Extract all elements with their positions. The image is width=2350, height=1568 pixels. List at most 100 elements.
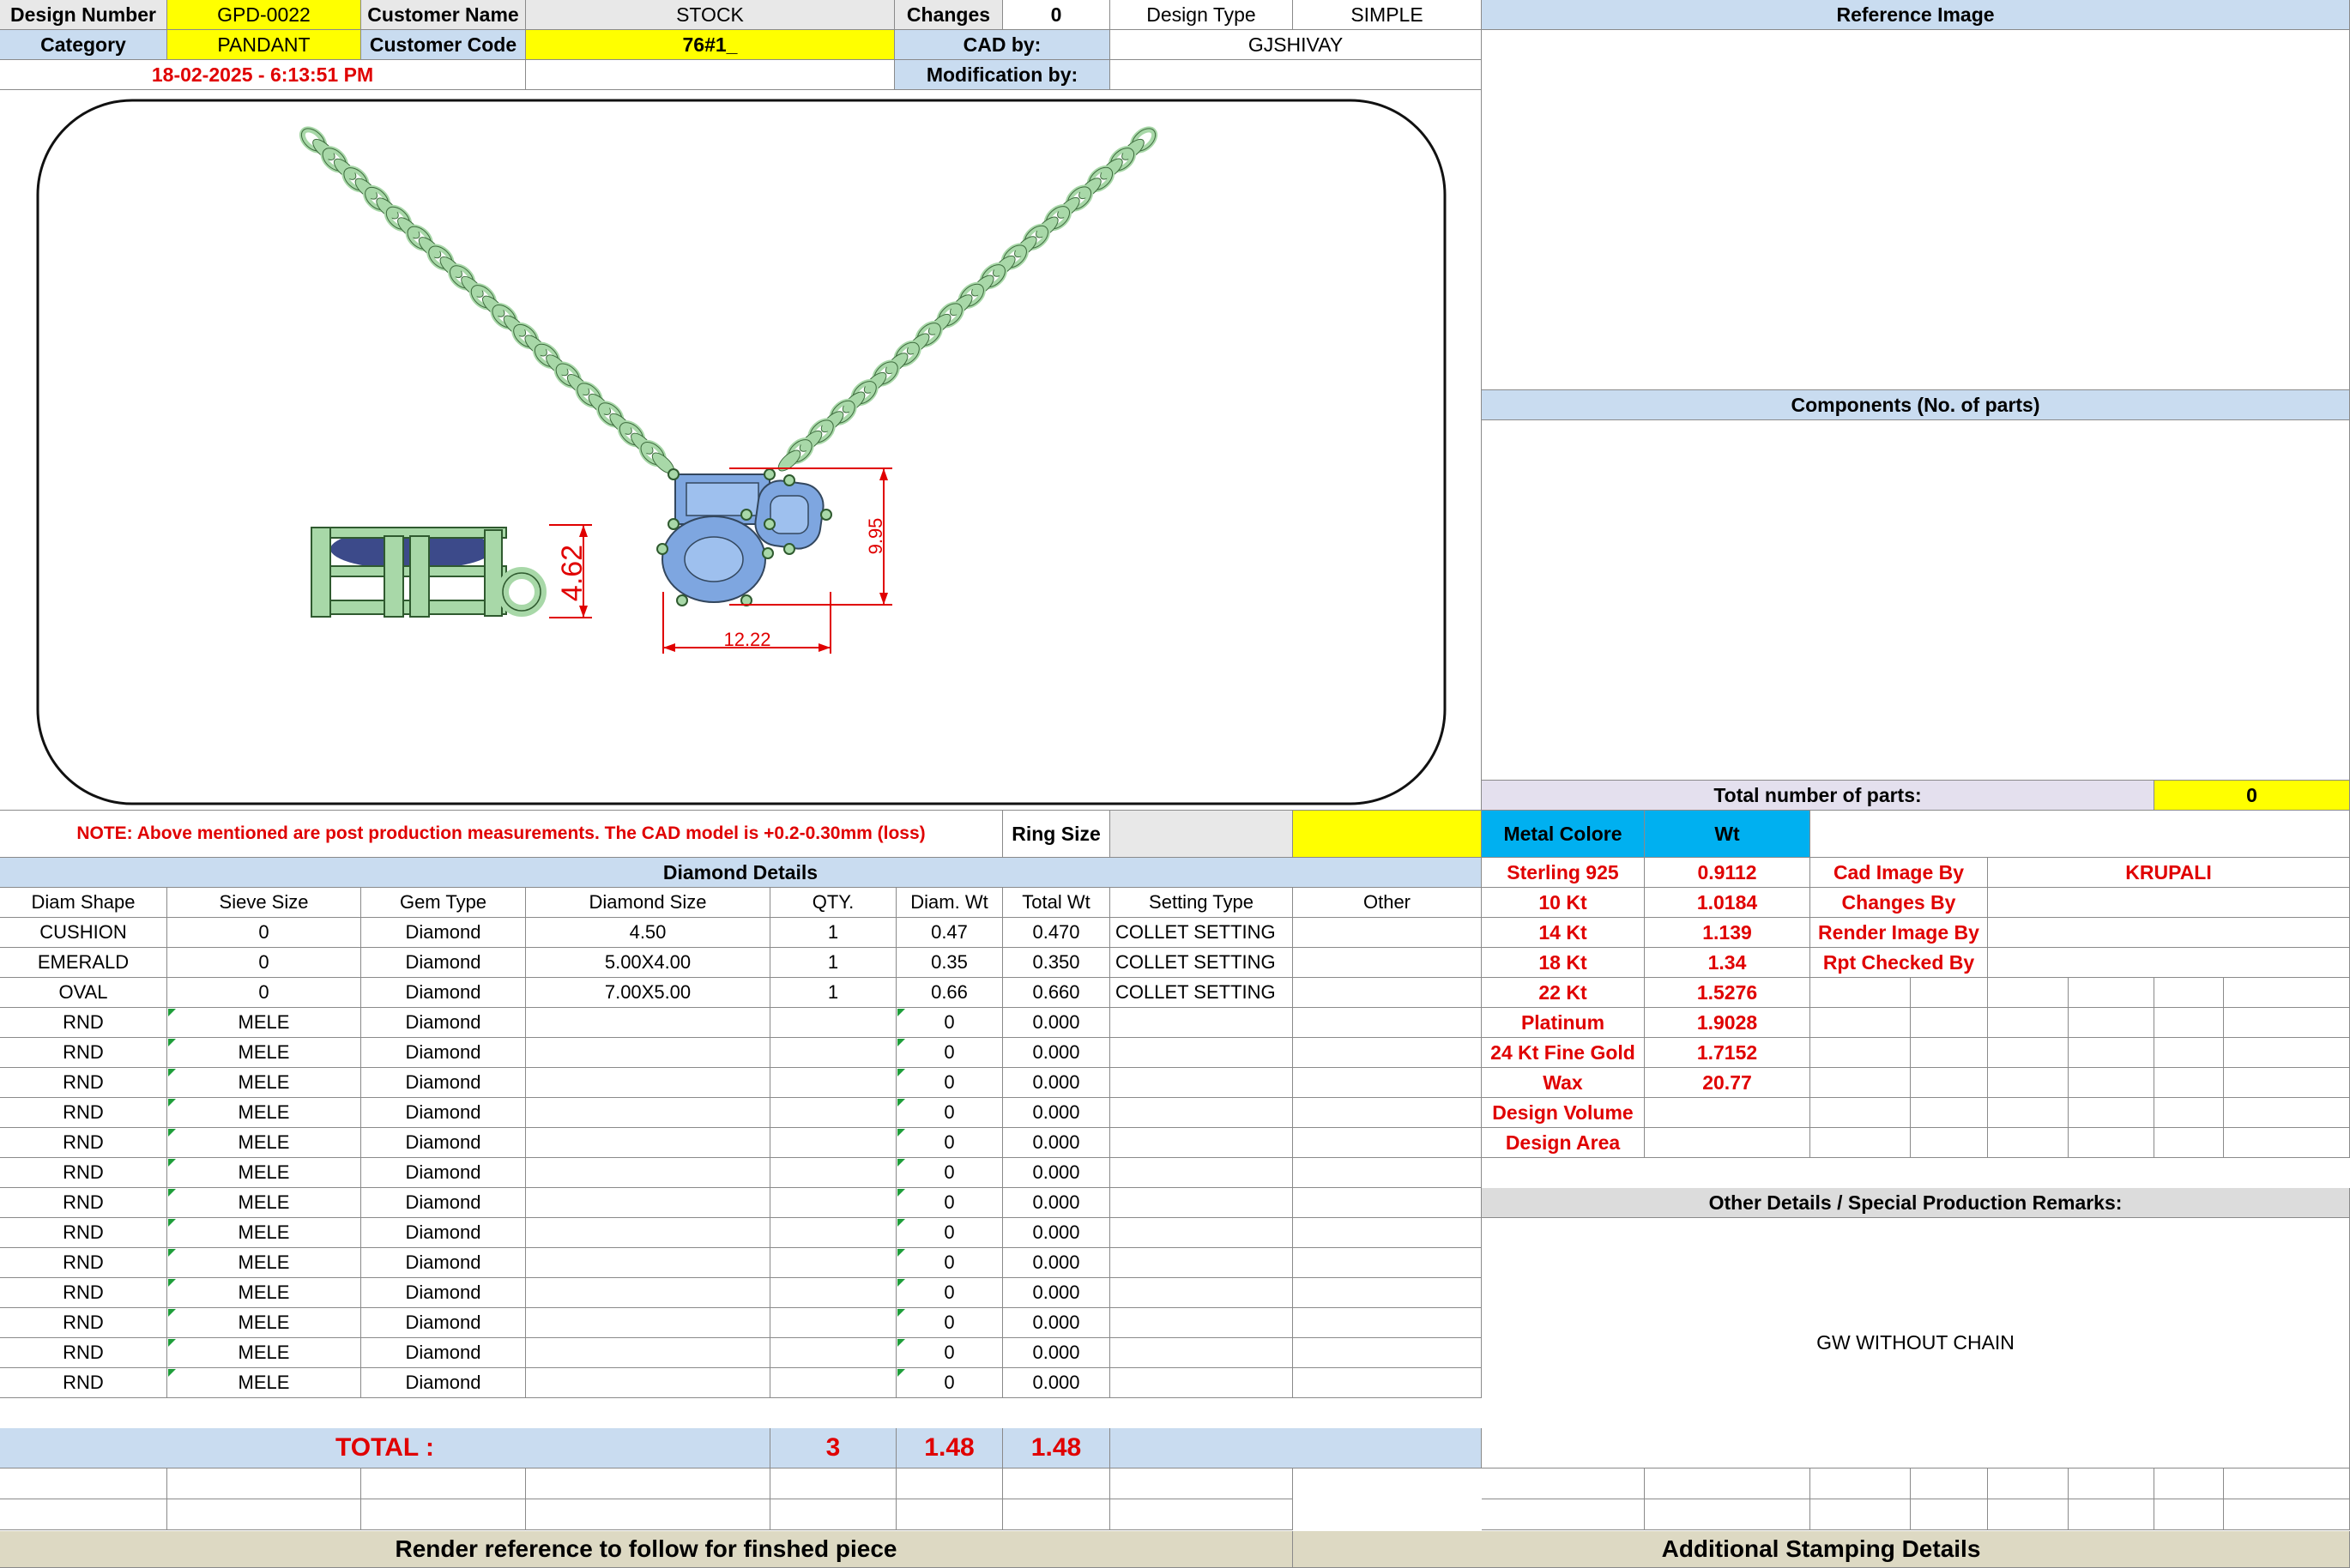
blank-cell[interactable] — [1645, 1468, 1810, 1499]
metal-wt[interactable]: 20.77 — [1645, 1068, 1810, 1098]
diamond-cell[interactable]: 0.000 — [1003, 1158, 1110, 1188]
diamond-cell[interactable]: 5.00X4.00 — [526, 948, 770, 978]
diamond-cell[interactable]: MELE — [167, 1128, 361, 1158]
grid-cell[interactable] — [2224, 1038, 2350, 1068]
grid-cell[interactable] — [2224, 1128, 2350, 1158]
diamond-cell[interactable]: 0 — [897, 1188, 1003, 1218]
cad-by-value[interactable]: GJSHIVAY — [1110, 30, 1482, 60]
diamond-cell[interactable]: 0.000 — [1003, 1068, 1110, 1098]
diamond-cell[interactable] — [770, 1128, 897, 1158]
ring-size-value[interactable] — [1110, 811, 1293, 858]
diamond-cell[interactable] — [526, 1098, 770, 1128]
grid-cell[interactable] — [2224, 1008, 2350, 1038]
diamond-cell[interactable] — [526, 1188, 770, 1218]
blank-cell[interactable] — [770, 1468, 897, 1499]
blank-cell[interactable] — [1003, 1499, 1110, 1530]
changes-value[interactable]: 0 — [1003, 0, 1110, 30]
blank-cell[interactable] — [1810, 1499, 1911, 1530]
design-type-value[interactable]: SIMPLE — [1293, 0, 1482, 30]
blank-cell[interactable] — [1482, 1499, 1645, 1530]
blank-cell[interactable] — [2069, 1499, 2154, 1530]
blank-cell[interactable] — [897, 1499, 1003, 1530]
diamond-cell[interactable]: RND — [0, 1188, 167, 1218]
grid-cell[interactable] — [1810, 978, 1911, 1008]
diamond-cell[interactable]: RND — [0, 1068, 167, 1098]
grid-cell[interactable] — [1810, 1068, 1911, 1098]
diamond-cell[interactable] — [1110, 1278, 1293, 1308]
diamond-cell[interactable] — [770, 1218, 897, 1248]
diamond-cell[interactable]: 0.66 — [897, 978, 1003, 1008]
grid-cell[interactable] — [1911, 1008, 1988, 1038]
diamond-cell[interactable] — [770, 1308, 897, 1338]
diamond-cell[interactable]: 0.000 — [1003, 1098, 1110, 1128]
diamond-cell[interactable] — [526, 1128, 770, 1158]
diamond-cell[interactable] — [770, 1158, 897, 1188]
grid-cell[interactable] — [1810, 1008, 1911, 1038]
grid-cell[interactable] — [2069, 1008, 2154, 1038]
blank-cell[interactable] — [1482, 1468, 1645, 1499]
diamond-cell[interactable] — [526, 1248, 770, 1278]
blank-cell[interactable] — [1110, 1468, 1293, 1499]
metal-wt[interactable]: 1.7152 — [1645, 1038, 1810, 1068]
blank-cell[interactable] — [361, 1499, 526, 1530]
diamond-cell[interactable]: 1 — [770, 948, 897, 978]
grid-cell[interactable] — [1810, 1038, 1911, 1068]
diamond-cell[interactable]: 0.000 — [1003, 1308, 1110, 1338]
metal-wt[interactable] — [1645, 1128, 1810, 1158]
ring-size-extra[interactable] — [1293, 811, 1482, 858]
diamond-cell[interactable]: 7.00X5.00 — [526, 978, 770, 1008]
diamond-cell[interactable]: MELE — [167, 1368, 361, 1398]
diamond-cell[interactable]: 0 — [897, 1368, 1003, 1398]
blank-cell[interactable] — [361, 1468, 526, 1499]
diamond-cell[interactable]: 4.50 — [526, 918, 770, 948]
diamond-cell[interactable] — [1110, 1338, 1293, 1368]
diamond-cell[interactable] — [770, 1368, 897, 1398]
diamond-cell[interactable]: EMERALD — [0, 948, 167, 978]
diamond-cell[interactable] — [526, 1008, 770, 1038]
diamond-cell[interactable]: MELE — [167, 1068, 361, 1098]
diamond-cell[interactable]: MELE — [167, 1248, 361, 1278]
diamond-cell[interactable] — [1293, 1008, 1482, 1038]
grid-cell[interactable] — [2069, 1098, 2154, 1128]
grid-cell[interactable] — [2224, 978, 2350, 1008]
diamond-cell[interactable]: OVAL — [0, 978, 167, 1008]
diamond-cell[interactable] — [770, 1338, 897, 1368]
diamond-cell[interactable]: COLLET SETTING — [1110, 978, 1293, 1008]
diamond-cell[interactable]: RND — [0, 1218, 167, 1248]
diamond-cell[interactable] — [1293, 1128, 1482, 1158]
diamond-cell[interactable] — [1110, 1068, 1293, 1098]
diamond-cell[interactable]: 0.000 — [1003, 1368, 1110, 1398]
diamond-cell[interactable] — [1293, 1368, 1482, 1398]
blank-cell[interactable] — [167, 1468, 361, 1499]
diamond-cell[interactable]: RND — [0, 1128, 167, 1158]
grid-cell[interactable] — [2224, 1068, 2350, 1098]
diamond-cell[interactable]: 0.35 — [897, 948, 1003, 978]
diamond-cell[interactable] — [1110, 1038, 1293, 1068]
blank-cell[interactable] — [1110, 1499, 1293, 1530]
diamond-cell[interactable]: 0 — [167, 948, 361, 978]
diamond-cell[interactable] — [526, 1038, 770, 1068]
diamond-cell[interactable] — [770, 1248, 897, 1278]
metal-wt[interactable]: 0.9112 — [1645, 858, 1810, 888]
grid-cell[interactable] — [1911, 978, 1988, 1008]
diamond-cell[interactable]: COLLET SETTING — [1110, 918, 1293, 948]
diamond-cell[interactable]: RND — [0, 1368, 167, 1398]
grid-cell[interactable] — [2154, 1068, 2224, 1098]
grid-cell[interactable] — [1988, 978, 2069, 1008]
grid-cell[interactable] — [1911, 1098, 1988, 1128]
blank-cell[interactable] — [526, 1499, 770, 1530]
blank-cell[interactable] — [1988, 1468, 2069, 1499]
metal-wt[interactable] — [1645, 1098, 1810, 1128]
grid-cell[interactable] — [2154, 1008, 2224, 1038]
diamond-cell[interactable]: 0.000 — [1003, 1038, 1110, 1068]
diamond-cell[interactable]: 0.000 — [1003, 1338, 1110, 1368]
diamond-cell[interactable]: 0 — [897, 1008, 1003, 1038]
diamond-cell[interactable] — [526, 1338, 770, 1368]
diamond-cell[interactable] — [1293, 1338, 1482, 1368]
blank-cell[interactable] — [1988, 1499, 2069, 1530]
diamond-cell[interactable] — [1110, 1218, 1293, 1248]
credit-value[interactable] — [1988, 948, 2350, 978]
diamond-cell[interactable]: 1 — [770, 918, 897, 948]
diamond-cell[interactable] — [1110, 1188, 1293, 1218]
grid-cell[interactable] — [2069, 1038, 2154, 1068]
